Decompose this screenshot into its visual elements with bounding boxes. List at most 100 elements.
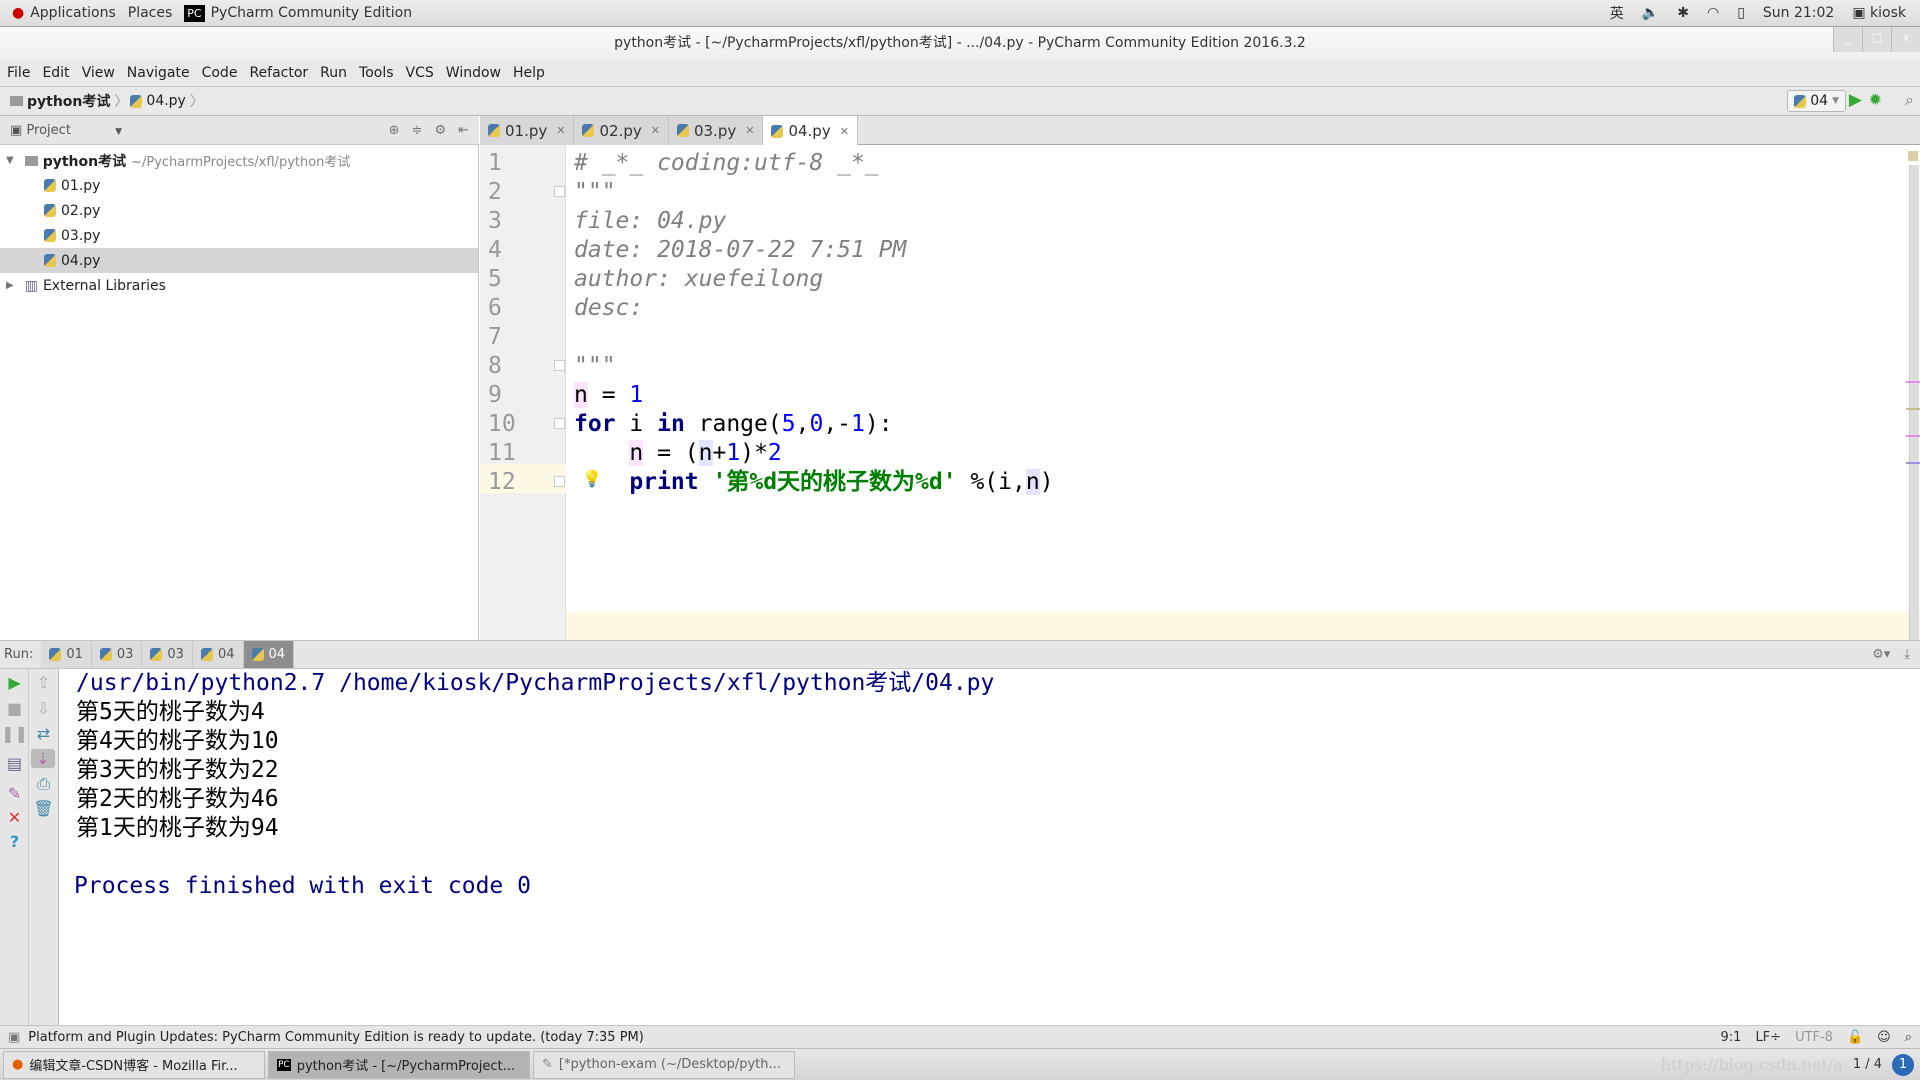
run-configuration-select[interactable]: 04 ▼	[1787, 90, 1846, 112]
run-tab[interactable]: 03	[91, 641, 143, 668]
battery-icon[interactable]: ▯	[1737, 5, 1745, 21]
inspection-status-icon[interactable]	[1908, 151, 1918, 161]
menu-view[interactable]: View	[82, 65, 115, 81]
user-menu[interactable]: ▣ kiosk	[1852, 5, 1906, 21]
tab-01[interactable]: 01.py ✕	[480, 116, 575, 145]
line-number[interactable]: 12	[488, 468, 528, 497]
hide-panel-icon[interactable]: ⤓	[1904, 647, 1910, 662]
line-number[interactable]: 10	[488, 410, 528, 439]
trash-icon[interactable]: 🗑	[29, 799, 58, 818]
inspector-icon[interactable]: ☺	[1877, 1030, 1891, 1045]
fold-marker-icon[interactable]	[554, 476, 565, 487]
code-line[interactable]: date: 2018-07-22 7:51 PM	[574, 236, 906, 265]
places-menu[interactable]: Places	[128, 5, 173, 21]
stop-icon[interactable]: ■	[0, 699, 29, 718]
pause-icon[interactable]: ❚❚	[0, 724, 29, 743]
caret-position[interactable]: 9:1	[1721, 1030, 1742, 1045]
file-encoding[interactable]: UTF-8	[1795, 1030, 1833, 1045]
code-line[interactable]: n = (n+1)*2	[574, 439, 782, 468]
minimize-button[interactable]: _	[1833, 27, 1862, 52]
close-tab-icon[interactable]: ✕	[556, 124, 565, 137]
rerun-icon[interactable]: ▶	[0, 673, 29, 692]
line-number[interactable]: 2	[488, 178, 528, 207]
error-stripe-mark[interactable]	[1906, 408, 1920, 410]
code-line[interactable]: author: xuefeilong	[574, 265, 823, 294]
fold-marker-icon[interactable]	[554, 360, 565, 371]
line-number[interactable]: 3	[488, 207, 528, 236]
help-icon[interactable]: ?	[0, 832, 29, 851]
scroll-to-end-icon[interactable]: ⇣	[31, 749, 55, 768]
soft-wrap-icon[interactable]: ⇄	[29, 724, 58, 743]
workspace-pager[interactable]: 1 / 4	[1853, 1057, 1882, 1072]
status-message[interactable]: Platform and Plugin Updates: PyCharm Com…	[28, 1030, 644, 1045]
code-line[interactable]: desc:	[574, 294, 643, 323]
tab-04[interactable]: 04.py ✕	[763, 116, 858, 146]
close-tab-icon[interactable]: ✕	[745, 124, 754, 137]
code-line[interactable]: for i in range(5,0,-1):	[574, 410, 893, 439]
run-icon[interactable]: ▶	[1849, 90, 1862, 110]
code-line[interactable]: n = 1	[574, 381, 643, 410]
breadcrumb-project[interactable]: python考试〉	[10, 91, 128, 111]
locate-icon[interactable]: ⊕	[389, 123, 400, 138]
taskbar-editor[interactable]: ✎ [*python-exam (~/Desktop/pyth...	[533, 1050, 795, 1079]
menu-tools[interactable]: Tools	[359, 65, 394, 81]
run-console[interactable]: /usr/bin/python2.7 /home/kiosk/PycharmPr…	[59, 669, 1920, 1025]
menu-file[interactable]: File	[7, 65, 30, 81]
collapse-icon[interactable]: ≑	[412, 123, 423, 138]
code-line[interactable]: print '第%d天的桃子数为%d' %(i,n)	[574, 468, 1054, 497]
status-toggle-icon[interactable]: ▣	[8, 1030, 20, 1045]
close-icon[interactable]: ✕	[0, 808, 29, 827]
menu-help[interactable]: Help	[513, 65, 545, 81]
tree-file[interactable]: 03.py	[0, 223, 478, 248]
menu-refactor[interactable]: Refactor	[249, 65, 308, 81]
settings-icon[interactable]: ⚙	[434, 123, 446, 138]
bluetooth-icon[interactable]: ✱	[1677, 5, 1689, 21]
error-stripe-mark[interactable]	[1906, 381, 1920, 383]
close-tab-icon[interactable]: ✕	[840, 125, 849, 138]
fold-marker-icon[interactable]	[554, 418, 565, 429]
lock-icon[interactable]: 🔓	[1847, 1030, 1863, 1045]
up-arrow-icon[interactable]: ⇧	[29, 673, 58, 692]
taskbar-firefox[interactable]: ● 编辑文章-CSDN博客 - Mozilla Fir...	[3, 1050, 265, 1079]
tree-file-selected[interactable]: 04.py	[0, 248, 478, 273]
line-separator[interactable]: LF÷	[1755, 1030, 1781, 1045]
line-number[interactable]: 8	[488, 352, 528, 381]
close-button[interactable]: x	[1891, 27, 1920, 52]
line-number[interactable]: 6	[488, 294, 528, 323]
menu-vcs[interactable]: VCS	[406, 65, 434, 81]
notification-icon[interactable]: 1	[1892, 1053, 1914, 1076]
debug-icon[interactable]: ✹	[1869, 90, 1882, 109]
line-number[interactable]: 11	[488, 439, 528, 468]
volume-icon[interactable]: 🔈	[1642, 5, 1659, 21]
menu-edit[interactable]: Edit	[42, 65, 69, 81]
code-line[interactable]: """	[574, 178, 616, 207]
tree-external-libraries[interactable]: ▶ ▥ External Libraries	[0, 273, 478, 298]
menu-window[interactable]: Window	[446, 65, 501, 81]
tab-03[interactable]: 03.py ✕	[668, 116, 764, 145]
tree-file[interactable]: 02.py	[0, 198, 478, 223]
intention-bulb-icon[interactable]: 💡	[582, 469, 602, 488]
run-tab-active[interactable]: 04	[243, 641, 295, 668]
tab-02[interactable]: 02.py ✕	[574, 116, 669, 145]
editor-scrollbar[interactable]	[1909, 165, 1919, 640]
line-number[interactable]: 4	[488, 236, 528, 265]
code-line[interactable]: file: 04.py	[574, 207, 726, 236]
menu-run[interactable]: Run	[320, 65, 347, 81]
run-tab[interactable]: 01	[41, 641, 92, 668]
breadcrumb-file[interactable]: 04.py 〉	[130, 91, 204, 111]
maximize-button[interactable]: □	[1862, 27, 1891, 52]
line-number[interactable]: 7	[488, 323, 528, 352]
run-tab[interactable]: 04	[192, 641, 244, 668]
settings-icon[interactable]: ⚙▾	[1872, 647, 1890, 662]
code-line[interactable]: # _*_ coding:utf-8 _*_	[574, 149, 879, 178]
print-icon[interactable]: ⎙	[29, 774, 58, 794]
wifi-icon[interactable]: ◠	[1707, 5, 1719, 21]
pin-icon[interactable]: ✎	[0, 784, 29, 803]
error-stripe-mark[interactable]	[1906, 435, 1920, 437]
close-tab-icon[interactable]: ✕	[651, 124, 660, 137]
line-number[interactable]: 5	[488, 265, 528, 294]
hide-icon[interactable]: ⇤	[458, 123, 469, 138]
line-number[interactable]: 1	[488, 149, 528, 178]
tree-file[interactable]: 01.py	[0, 173, 478, 198]
tree-root[interactable]: ▼ python考试 ~/PycharmProjects/xfl/python考试	[0, 148, 478, 173]
